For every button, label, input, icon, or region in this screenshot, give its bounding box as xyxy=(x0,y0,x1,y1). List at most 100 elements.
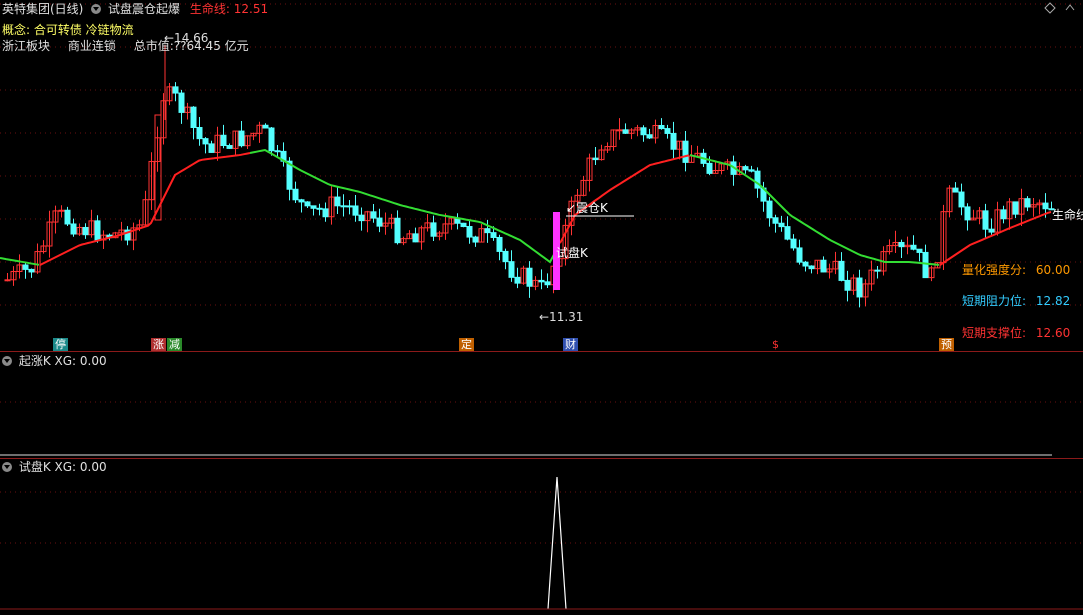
marker-jian: 减 xyxy=(167,338,182,351)
candle-body xyxy=(346,205,353,208)
qizhang-plot xyxy=(0,401,1083,456)
candle-body xyxy=(412,233,419,243)
candle-body xyxy=(874,269,881,272)
marker-yu: 预 xyxy=(939,338,954,351)
shipan-plot xyxy=(0,476,1083,610)
support-label: 短期支撑位: xyxy=(962,326,1027,340)
candle-body xyxy=(1000,209,1007,220)
candle-body xyxy=(706,162,713,174)
marker-cai: 财 xyxy=(563,338,578,351)
candle-body xyxy=(82,226,89,236)
candle-body xyxy=(820,259,827,273)
lifeline-tag: 生命线 xyxy=(1052,208,1083,222)
industry-tag: 商业连锁 xyxy=(67,39,116,53)
candle-body xyxy=(508,261,515,278)
marker-ting: 停 xyxy=(53,338,68,351)
candle-body xyxy=(466,226,473,238)
candle-body xyxy=(172,86,179,94)
candle-body xyxy=(772,217,779,224)
candle-body xyxy=(292,188,299,201)
candle-body xyxy=(592,157,599,161)
shipan-label: 试盘K xyxy=(556,246,588,260)
candle-body xyxy=(952,187,959,193)
candle-body xyxy=(298,199,305,203)
sub-panel-1-xg: XG: 0.00 xyxy=(54,354,107,368)
candle-body xyxy=(808,265,815,270)
candle-body xyxy=(838,260,845,281)
lifeline-segment xyxy=(249,148,560,264)
sub-panel-shipan[interactable]: 试盘K XG: 0.00 xyxy=(0,459,1083,615)
candle-body xyxy=(202,138,209,145)
candle-body xyxy=(64,209,71,225)
candle-body xyxy=(538,279,545,283)
candle-body xyxy=(766,200,773,219)
candle-body xyxy=(748,169,755,172)
candle-body xyxy=(922,251,929,279)
candle-body xyxy=(340,205,347,208)
candle-body xyxy=(802,261,809,267)
sub-panel-1-header: 起涨K XG: 0.00 xyxy=(2,353,107,369)
candle-body xyxy=(304,201,311,207)
candle-body xyxy=(460,222,467,228)
candle-body xyxy=(910,244,917,250)
candle-body xyxy=(58,209,65,212)
candle-body xyxy=(784,226,791,240)
candle-body xyxy=(526,267,533,287)
candles xyxy=(4,45,1055,308)
resistance-value: 12.82 xyxy=(1035,294,1071,308)
candle-body xyxy=(394,217,401,244)
resistance-label: 短期阻力位: xyxy=(962,294,1027,308)
indicator-dropdown-icon[interactable] xyxy=(91,3,102,14)
candle-body xyxy=(796,247,803,263)
candle-body xyxy=(208,143,215,153)
candle-body xyxy=(988,228,995,233)
panel-2-menu-icon[interactable] xyxy=(2,461,12,472)
marker-ding: 定 xyxy=(459,338,474,351)
marker-zhang: 涨 xyxy=(151,338,166,351)
score-strength: 量化强度分: 60.00 xyxy=(962,261,1070,278)
candle-body xyxy=(472,236,479,243)
indicator-name[interactable]: 试盘震仓起爆 xyxy=(108,2,180,16)
candle-body xyxy=(898,241,905,248)
candle-body xyxy=(268,127,275,152)
candle-body xyxy=(178,92,185,113)
lifeline-value: 生命线: 12.51 xyxy=(189,2,269,16)
marker-dollar: $ xyxy=(770,338,781,351)
candle-body xyxy=(4,279,11,282)
candle-body xyxy=(856,277,863,298)
candle-body xyxy=(682,140,689,163)
expand-icon[interactable] xyxy=(1064,2,1076,17)
zhencang-label: ↙震仓K xyxy=(566,201,608,215)
main-chart-pane[interactable]: 英特集团(日线) 试盘震仓起爆 生命线: 12.51 概念: 合可转债 冷链物流… xyxy=(0,0,1083,352)
high-price-label: ←14.66 xyxy=(164,31,209,45)
sub-panel-qizhang[interactable]: 起涨K XG: 0.00 xyxy=(0,352,1083,458)
candle-body xyxy=(544,281,551,286)
candle-body xyxy=(376,217,383,227)
sub-panel-1-title[interactable]: 起涨K xyxy=(19,354,51,368)
candle-body xyxy=(220,134,227,147)
candle-body xyxy=(622,129,629,134)
candle-body xyxy=(742,166,749,171)
candle-body xyxy=(646,134,653,139)
candle-body xyxy=(334,196,341,207)
candle-body xyxy=(1042,202,1049,210)
candle-body xyxy=(94,220,101,241)
candle-body xyxy=(22,264,29,270)
panel-1-menu-icon[interactable] xyxy=(2,355,12,366)
candle-body xyxy=(982,210,989,230)
diamond-icon[interactable] xyxy=(1044,2,1056,17)
candle-body xyxy=(274,150,281,153)
sub-panel-2-xg: XG: 0.00 xyxy=(54,460,107,474)
resistance-level: 短期阻力位: 12.82 xyxy=(962,292,1070,309)
candle-body xyxy=(190,106,197,129)
candle-body xyxy=(664,128,671,134)
score-strength-value: 60.00 xyxy=(1035,263,1071,277)
sub-panel-2-title[interactable]: 试盘K xyxy=(19,460,51,474)
candle-body xyxy=(502,250,509,263)
candle-body xyxy=(1012,201,1019,215)
candle-body xyxy=(964,206,971,221)
candle-body xyxy=(916,248,923,253)
candle-body xyxy=(514,276,521,284)
support-level: 短期支撑位: 12.60 xyxy=(962,324,1070,341)
candle-body xyxy=(778,222,785,228)
